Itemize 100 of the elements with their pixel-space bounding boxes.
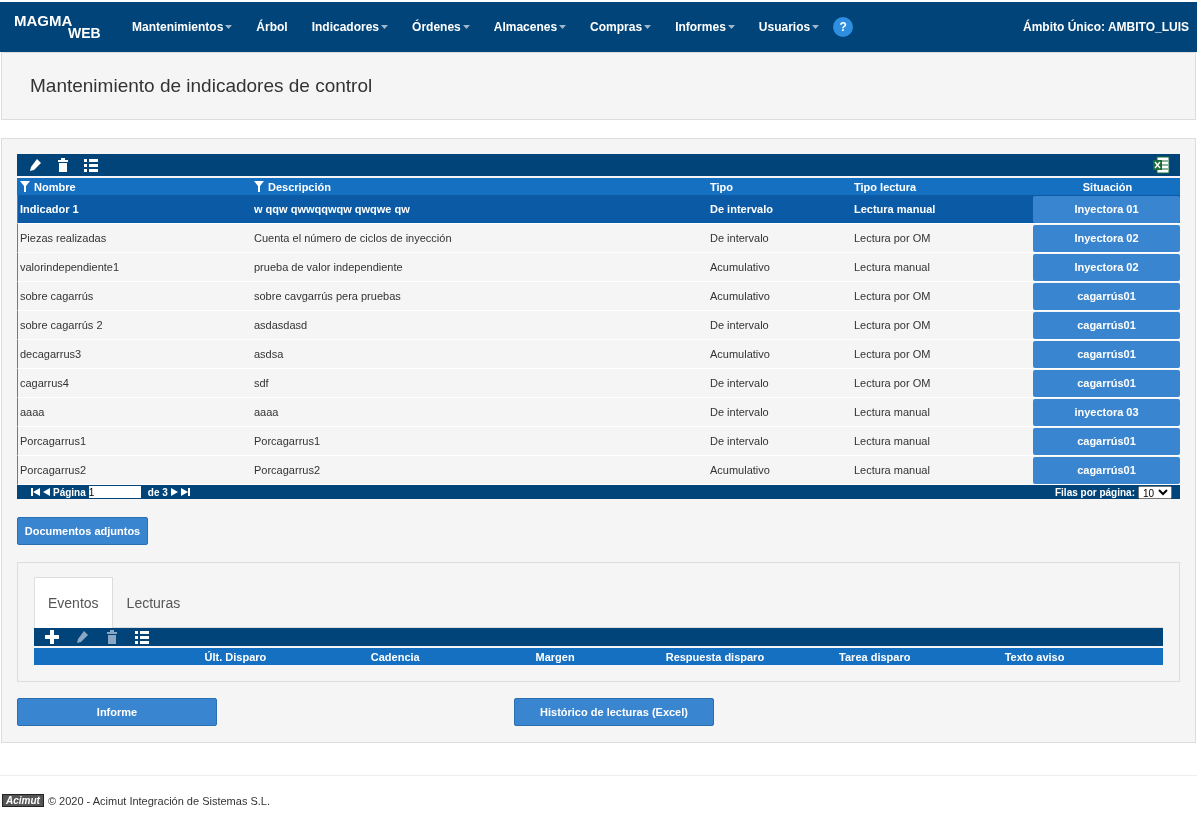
table-cell-text: Lectura manual bbox=[853, 464, 931, 476]
table-cell-text: asdsa bbox=[253, 348, 285, 360]
table-row[interactable]: decagarrus3 asdsa Acumulativo Lectura por OM cagarrús01 bbox=[17, 340, 1180, 369]
tab[interactable]: Lecturas bbox=[112, 577, 195, 628]
plus-icon[interactable] bbox=[44, 629, 60, 645]
column-header[interactable]: Últ. Disparo bbox=[154, 650, 314, 663]
excel-icon[interactable] bbox=[1152, 156, 1170, 174]
table-cell-text: De intervalo bbox=[709, 377, 770, 389]
column-header[interactable]: Tipo lectura bbox=[851, 180, 1032, 193]
table-cell-text: Cuenta el número de ciclos de inyección bbox=[253, 232, 453, 244]
nav-menu-item[interactable]: Usuarios bbox=[746, 20, 832, 34]
nav-menu-item[interactable]: Compras bbox=[578, 20, 664, 34]
table-cell-text: De intervalo bbox=[709, 319, 770, 331]
table-row[interactable]: valorindependiente1 prueba de valor independiente Acumulativo Lectura manual Inyectora 02 bbox=[17, 253, 1180, 282]
table-row[interactable]: cagarrus4 sdf De intervalo Lectura por OM cagarrús01 bbox=[17, 369, 1180, 398]
table-row[interactable]: sobre cagarrús sobre cavgarrús pera pruebas Acumulativo Lectura por OM cagarrús01 bbox=[17, 282, 1180, 311]
table-cell-text: Lectura manual bbox=[853, 435, 931, 447]
table-cell-text: Lectura manual bbox=[853, 261, 931, 273]
action-button[interactable]: Informe bbox=[17, 698, 217, 726]
nav-menu-item[interactable]: Informes bbox=[663, 20, 747, 34]
trash-icon[interactable] bbox=[104, 629, 120, 645]
column-header[interactable]: Tipo bbox=[707, 180, 851, 193]
scope-label: Ámbito Único: AMBITO_LUIS bbox=[1023, 20, 1189, 34]
logo-text: WEB bbox=[68, 27, 102, 40]
filter-icon[interactable] bbox=[20, 181, 30, 192]
table-row[interactable]: Piezas realizadas Cuenta el número de ciclos de inyección De intervalo Lectura por OM Inyectora 02 bbox=[17, 224, 1180, 253]
trash-icon[interactable] bbox=[55, 157, 71, 173]
first-page-icon[interactable] bbox=[31, 488, 40, 496]
page-label: Página bbox=[53, 486, 86, 498]
column-header[interactable]: Margen bbox=[473, 650, 634, 663]
copyright-text: © 2020 - Acimut Integración de Sistemas S.L. bbox=[47, 794, 270, 807]
nav-menu-item[interactable]: Almacenes bbox=[481, 20, 579, 34]
location-tag: inyectora 03 bbox=[1033, 398, 1180, 426]
table-cell-text: De intervalo bbox=[709, 406, 770, 418]
table-cell-text: Porcagarrus1 bbox=[253, 435, 322, 447]
last-page-icon[interactable] bbox=[180, 488, 190, 496]
caret-icon bbox=[462, 25, 470, 29]
nav-menu-item[interactable]: Indicadores bbox=[299, 20, 401, 34]
column-header[interactable]: Descripción bbox=[251, 180, 707, 193]
location-tag: Inyectora 02 bbox=[1033, 224, 1180, 252]
column-header[interactable]: Cadencia bbox=[313, 650, 474, 663]
table-cell-text: Lectura por OM bbox=[853, 348, 932, 360]
table-cell-text: Porcagarrus2 bbox=[19, 464, 88, 476]
rows-per-page-select[interactable]: 10 bbox=[1138, 485, 1172, 499]
pencil-icon[interactable] bbox=[27, 157, 43, 173]
table-cell-text: sobre cavgarrús pera pruebas bbox=[253, 290, 402, 302]
table-row[interactable]: Indicador 1 w qqw qwwqqwqw qwqwe qw De intervalo Lectura manual Inyectora 01 bbox=[17, 195, 1180, 224]
table-cell-text: De intervalo bbox=[709, 232, 770, 244]
table-cell-text: Piezas realizadas bbox=[19, 232, 108, 244]
table-cell-text: Acumulativo bbox=[709, 348, 771, 360]
caret-icon bbox=[381, 25, 389, 29]
table-cell-text: valorindependiente1 bbox=[19, 261, 121, 273]
location-tag: Inyectora 02 bbox=[1033, 253, 1180, 281]
company-logo: Acimut bbox=[2, 794, 44, 807]
location-tag: Inyectora 01 bbox=[1033, 195, 1180, 223]
table-cell-text: asdasdasd bbox=[253, 319, 309, 331]
table-row[interactable]: sobre cagarrús 2 asdasdasd De intervalo Lectura por OM cagarrús01 bbox=[17, 311, 1180, 340]
column-header[interactable]: Respuesta disparo bbox=[633, 650, 794, 663]
table-cell-text: Acumulativo bbox=[709, 290, 771, 302]
nav-menu-item[interactable]: Órdenes bbox=[400, 20, 482, 34]
column-header[interactable]: Tarea disparo bbox=[793, 650, 954, 663]
table-cell-text: aaaa bbox=[19, 406, 46, 418]
table-cell-text: Lectura manual bbox=[853, 203, 937, 215]
location-tag: cagarrús01 bbox=[1033, 369, 1180, 397]
table-row[interactable]: Porcagarrus1 Porcagarrus1 De intervalo Lectura manual cagarrús01 bbox=[17, 427, 1180, 456]
caret-icon bbox=[727, 25, 735, 29]
caret-icon bbox=[644, 25, 652, 29]
column-header[interactable]: Nombre bbox=[17, 180, 251, 193]
table-cell-text: decagarrus3 bbox=[19, 348, 83, 360]
table-row[interactable]: Porcagarrus2 Porcagarrus2 Acumulativo Lectura manual cagarrús01 bbox=[17, 456, 1180, 485]
tab[interactable]: Eventos bbox=[34, 577, 113, 628]
table-cell-text: Lectura por OM bbox=[853, 377, 932, 389]
nav-menu-item[interactable]: Árbol bbox=[244, 20, 300, 34]
attachments-button[interactable]: Documentos adjuntos bbox=[17, 517, 148, 545]
filter-icon[interactable] bbox=[254, 181, 264, 192]
location-tag: cagarrús01 bbox=[1033, 427, 1180, 455]
next-page-icon[interactable] bbox=[170, 488, 178, 496]
caret-icon bbox=[812, 25, 820, 29]
action-button[interactable]: Histórico de lecturas (Excel) bbox=[514, 698, 714, 726]
column-header[interactable]: Texto aviso bbox=[953, 650, 1113, 663]
list-icon[interactable] bbox=[83, 157, 99, 173]
table-cell-text: Lectura por OM bbox=[853, 319, 932, 331]
page-title: Mantenimiento de indicadores de control bbox=[30, 75, 373, 97]
caret-icon bbox=[559, 25, 567, 29]
rows-per-page-label: Filas por página: bbox=[1055, 486, 1135, 498]
previous-page-icon[interactable] bbox=[43, 488, 50, 496]
location-tag: cagarrús01 bbox=[1033, 340, 1180, 368]
table-cell-text: Indicador 1 bbox=[19, 203, 80, 215]
nav-menu-item[interactable]: Mantenimientos bbox=[120, 20, 245, 34]
table-cell-text: De intervalo bbox=[709, 203, 774, 215]
location-tag: cagarrús01 bbox=[1033, 282, 1180, 310]
column-header[interactable]: Situación bbox=[1032, 180, 1180, 193]
list-icon[interactable] bbox=[134, 629, 150, 645]
page-input[interactable]: 1 bbox=[88, 486, 141, 498]
table-cell-text: prueba de valor independiente bbox=[253, 261, 404, 273]
table-cell-text: w qqw qwwqqwqw qwqwe qw bbox=[253, 203, 411, 215]
table-cell-text: Acumulativo bbox=[709, 464, 771, 476]
table-cell-text: cagarrus4 bbox=[19, 377, 70, 389]
table-cell-text: aaaa bbox=[253, 406, 280, 418]
table-row[interactable]: aaaa aaaa De intervalo Lectura manual inyectora 03 bbox=[17, 398, 1180, 427]
